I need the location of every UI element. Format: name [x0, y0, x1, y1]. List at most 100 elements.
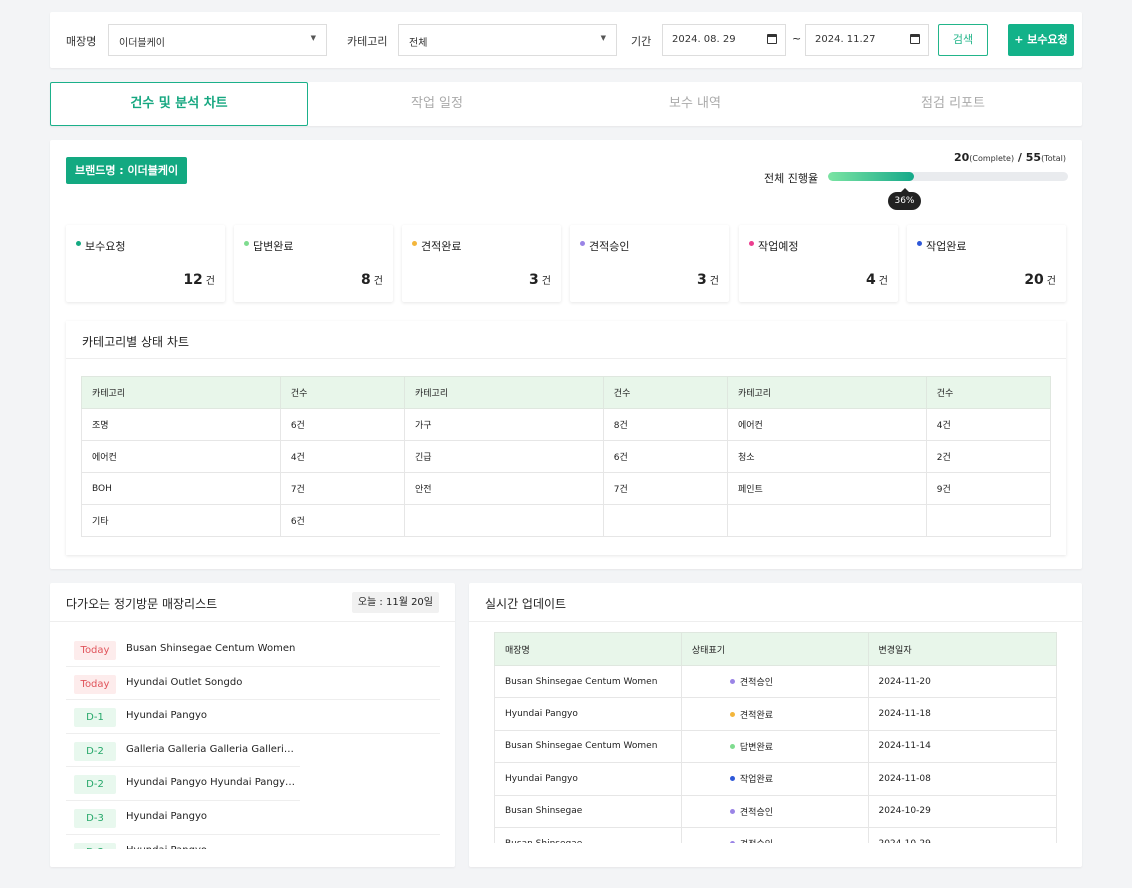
list-item[interactable]: D-2 Hyundai Pangyo Hyundai Pangyo Hy…: [66, 767, 300, 801]
status-unit: 건: [541, 276, 551, 287]
status-card[interactable]: 작업예정 4 건: [739, 225, 898, 302]
update-date: 2024-11-20: [867, 664, 1057, 699]
list-item[interactable]: D-1 Hyundai Pangyo: [66, 700, 440, 734]
status-count: 4: [866, 272, 876, 288]
column-header: 건수: [925, 376, 1052, 409]
table-cell: 4건: [279, 440, 405, 473]
calendar-icon[interactable]: [767, 34, 777, 44]
category-status-chart: 카테고리별 상태 차트 카테고리 건수 카테고리 건수 카테고리 건수 조명 6건 가구 8건 에…: [66, 321, 1066, 555]
update-status: 작업완료: [680, 762, 869, 796]
status-unit: 건: [205, 276, 215, 287]
update-date: 2024-10-29: [867, 794, 1057, 828]
status-dot: [729, 711, 735, 717]
status-card[interactable]: 답변완료 8 건: [234, 225, 393, 302]
tab-repair-history[interactable]: 보수 내역: [566, 82, 824, 126]
date-from-input[interactable]: 2024. 08. 29: [662, 24, 786, 56]
status-card-label: 보수요청: [85, 240, 126, 253]
status-unit: 건: [1046, 276, 1056, 287]
tab-work-schedule[interactable]: 작업 일정: [308, 82, 566, 126]
visit-store-name: Busan Shinsegae Centum Women: [126, 643, 296, 654]
status-card-label: 견적승인: [589, 240, 630, 253]
status-card[interactable]: 견적완료 3 건: [402, 225, 561, 302]
date-separator: ~: [792, 32, 802, 45]
table-cell: 긴급: [403, 440, 604, 473]
calendar-icon[interactable]: [910, 34, 920, 44]
status-card[interactable]: 작업완료 20 건: [907, 225, 1066, 302]
total-unit: (Total): [1041, 154, 1066, 163]
status-dot: [749, 241, 754, 246]
status-card-label: 작업완료: [926, 240, 967, 253]
status-card[interactable]: 보수요청 12 건: [66, 225, 225, 302]
category-select-value: 전체: [409, 38, 428, 49]
status-card-value: 8건: [361, 272, 383, 288]
update-status: 견적승인: [680, 826, 869, 843]
table-cell: 6건: [279, 504, 405, 537]
table-row[interactable]: Busan Shinsegae 견적승인 2024-10-29: [494, 826, 1057, 843]
update-date: 2024-11-18: [867, 697, 1057, 731]
d-day-badge: D-2: [74, 775, 116, 795]
divider: [66, 358, 1066, 359]
table-cell: [726, 504, 927, 537]
table-row[interactable]: Hyundai Pangyo 작업완료 2024-11-08: [494, 762, 1057, 796]
table-cell: 조명: [81, 408, 281, 441]
complete-unit: (Complete): [969, 154, 1015, 163]
status-card-label: 견적완료: [421, 240, 462, 253]
list-item[interactable]: D-3 Hyundai Pangyo: [66, 801, 440, 835]
table-row[interactable]: Busan Shinsegae Centum Women 답변완료 2024-11-…: [494, 729, 1057, 764]
update-store: Hyundai Pangyo: [494, 697, 682, 731]
table-cell: 에어컨: [81, 440, 281, 473]
list-item[interactable]: Today Hyundai Outlet Songdo: [66, 667, 440, 701]
visit-store-name: Hyundai Pangyo: [126, 710, 207, 722]
column-header: 카테고리: [726, 376, 927, 409]
table-row[interactable]: Hyundai Pangyo 견적완료 2024-11-18: [494, 697, 1057, 731]
table-row[interactable]: Busan Shinsegae Centum Women 견적승인 2024-11-…: [494, 664, 1057, 699]
status-text: 견적완료: [739, 710, 774, 721]
search-button[interactable]: 검색: [938, 24, 988, 56]
table-row: BOH 7건 안전 7건 페인트 9건: [81, 472, 1052, 505]
table-cell: 7건: [602, 472, 728, 505]
tab-analysis-chart[interactable]: 건수 및 분석 차트: [50, 82, 308, 126]
date-to-input[interactable]: 2024. 11.27: [805, 24, 929, 56]
status-dot: [412, 241, 417, 246]
update-store: Hyundai Pangyo: [494, 762, 682, 796]
list-item[interactable]: D-2 Galleria Galleria Galleria Galleria G…: [66, 734, 300, 768]
update-date: 2024-11-14: [867, 729, 1057, 764]
visits-list[interactable]: Today Busan Shinsegae Centum Women Today Hy…: [66, 633, 440, 849]
d-day-badge: Today: [74, 641, 116, 660]
count-separator: /: [1014, 151, 1026, 164]
table-cell: [403, 504, 604, 537]
filter-bar: 매장명 이더블케이 ▼ 카테고리 전체 ▼ 기간 2024. 08. 29 ~ …: [50, 12, 1082, 68]
completion-counts: 20(Complete) / 55(Total): [954, 151, 1066, 164]
table-cell: 9건: [925, 472, 1052, 505]
status-count: 12: [183, 272, 203, 288]
status-card[interactable]: 견적승인 3 건: [570, 225, 729, 302]
store-select[interactable]: 이더블케이 ▼: [108, 24, 327, 56]
tab-bar: 건수 및 분석 차트 작업 일정 보수 내역 점검 리포트: [50, 82, 1082, 126]
list-item[interactable]: Today Busan Shinsegae Centum Women: [66, 633, 440, 667]
status-text: 견적승인: [739, 678, 774, 689]
status-card-value: 3건: [529, 272, 551, 288]
status-text: 작업완료: [739, 775, 774, 786]
table-row[interactable]: Busan Shinsegae 견적승인 2024-10-29: [494, 794, 1057, 828]
column-header: 카테고리: [403, 376, 604, 409]
column-header: 건수: [602, 376, 728, 409]
tab-inspection-report[interactable]: 점검 리포트: [824, 82, 1082, 126]
store-select-value: 이더블케이: [119, 38, 165, 49]
d-day-badge: D-1: [74, 708, 116, 728]
date-from-value: 2024. 08. 29: [672, 34, 736, 45]
status-card-label: 작업예정: [758, 240, 799, 253]
table-cell: 에어컨: [726, 408, 927, 441]
status-count: 8: [361, 272, 371, 288]
repair-request-button[interactable]: + 보수요청: [1008, 24, 1074, 56]
update-status: 견적완료: [680, 697, 869, 731]
status-text: 견적승인: [739, 807, 774, 818]
column-header: 매장명: [494, 632, 682, 666]
visit-store-name: Hyundai Pangyo: [126, 810, 207, 822]
update-status: 견적승인: [680, 794, 869, 828]
updates-table-scroll[interactable]: 매장명 상태표기 변경일자 Busan Shinsegae Centum Women…: [494, 632, 1057, 843]
table-row: 에어컨 4건 긴급 6건 청소 2건: [81, 440, 1052, 473]
list-item[interactable]: D-3 Hyundai Pangyo: [66, 835, 440, 849]
date-to-value: 2024. 11.27: [815, 34, 876, 45]
visits-title: 다가오는 정기방문 매장리스트: [66, 597, 218, 611]
category-select[interactable]: 전체 ▼: [398, 24, 617, 56]
